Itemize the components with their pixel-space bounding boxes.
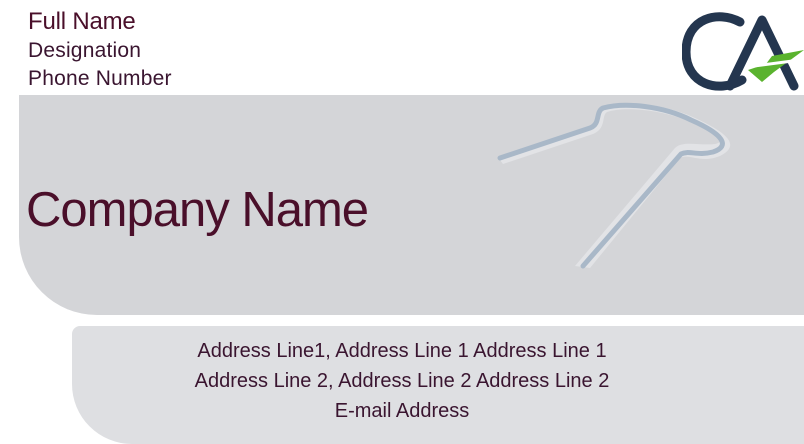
address-line-2: Address Line 2, Address Line 2 Address L…	[194, 370, 610, 392]
address-line-1: Address Line1, Address Line 1 Address Li…	[197, 340, 607, 362]
ca-logo-icon	[681, 12, 804, 92]
phone-number: Phone Number	[28, 67, 172, 90]
decorative-swoosh	[497, 102, 731, 269]
designation: Designation	[28, 39, 142, 62]
address-block: Address Line1, Address Line 1 Address Li…	[0, 336, 804, 426]
email-address: E-mail Address	[334, 400, 470, 422]
ca-logo-svg	[681, 12, 804, 91]
company-name: Company Name	[26, 183, 369, 237]
contact-block: Full Name Designation Phone Number	[28, 7, 172, 93]
full-name: Full Name	[28, 8, 136, 35]
business-card: Full Name Designation Phone Number Compa…	[0, 0, 804, 444]
